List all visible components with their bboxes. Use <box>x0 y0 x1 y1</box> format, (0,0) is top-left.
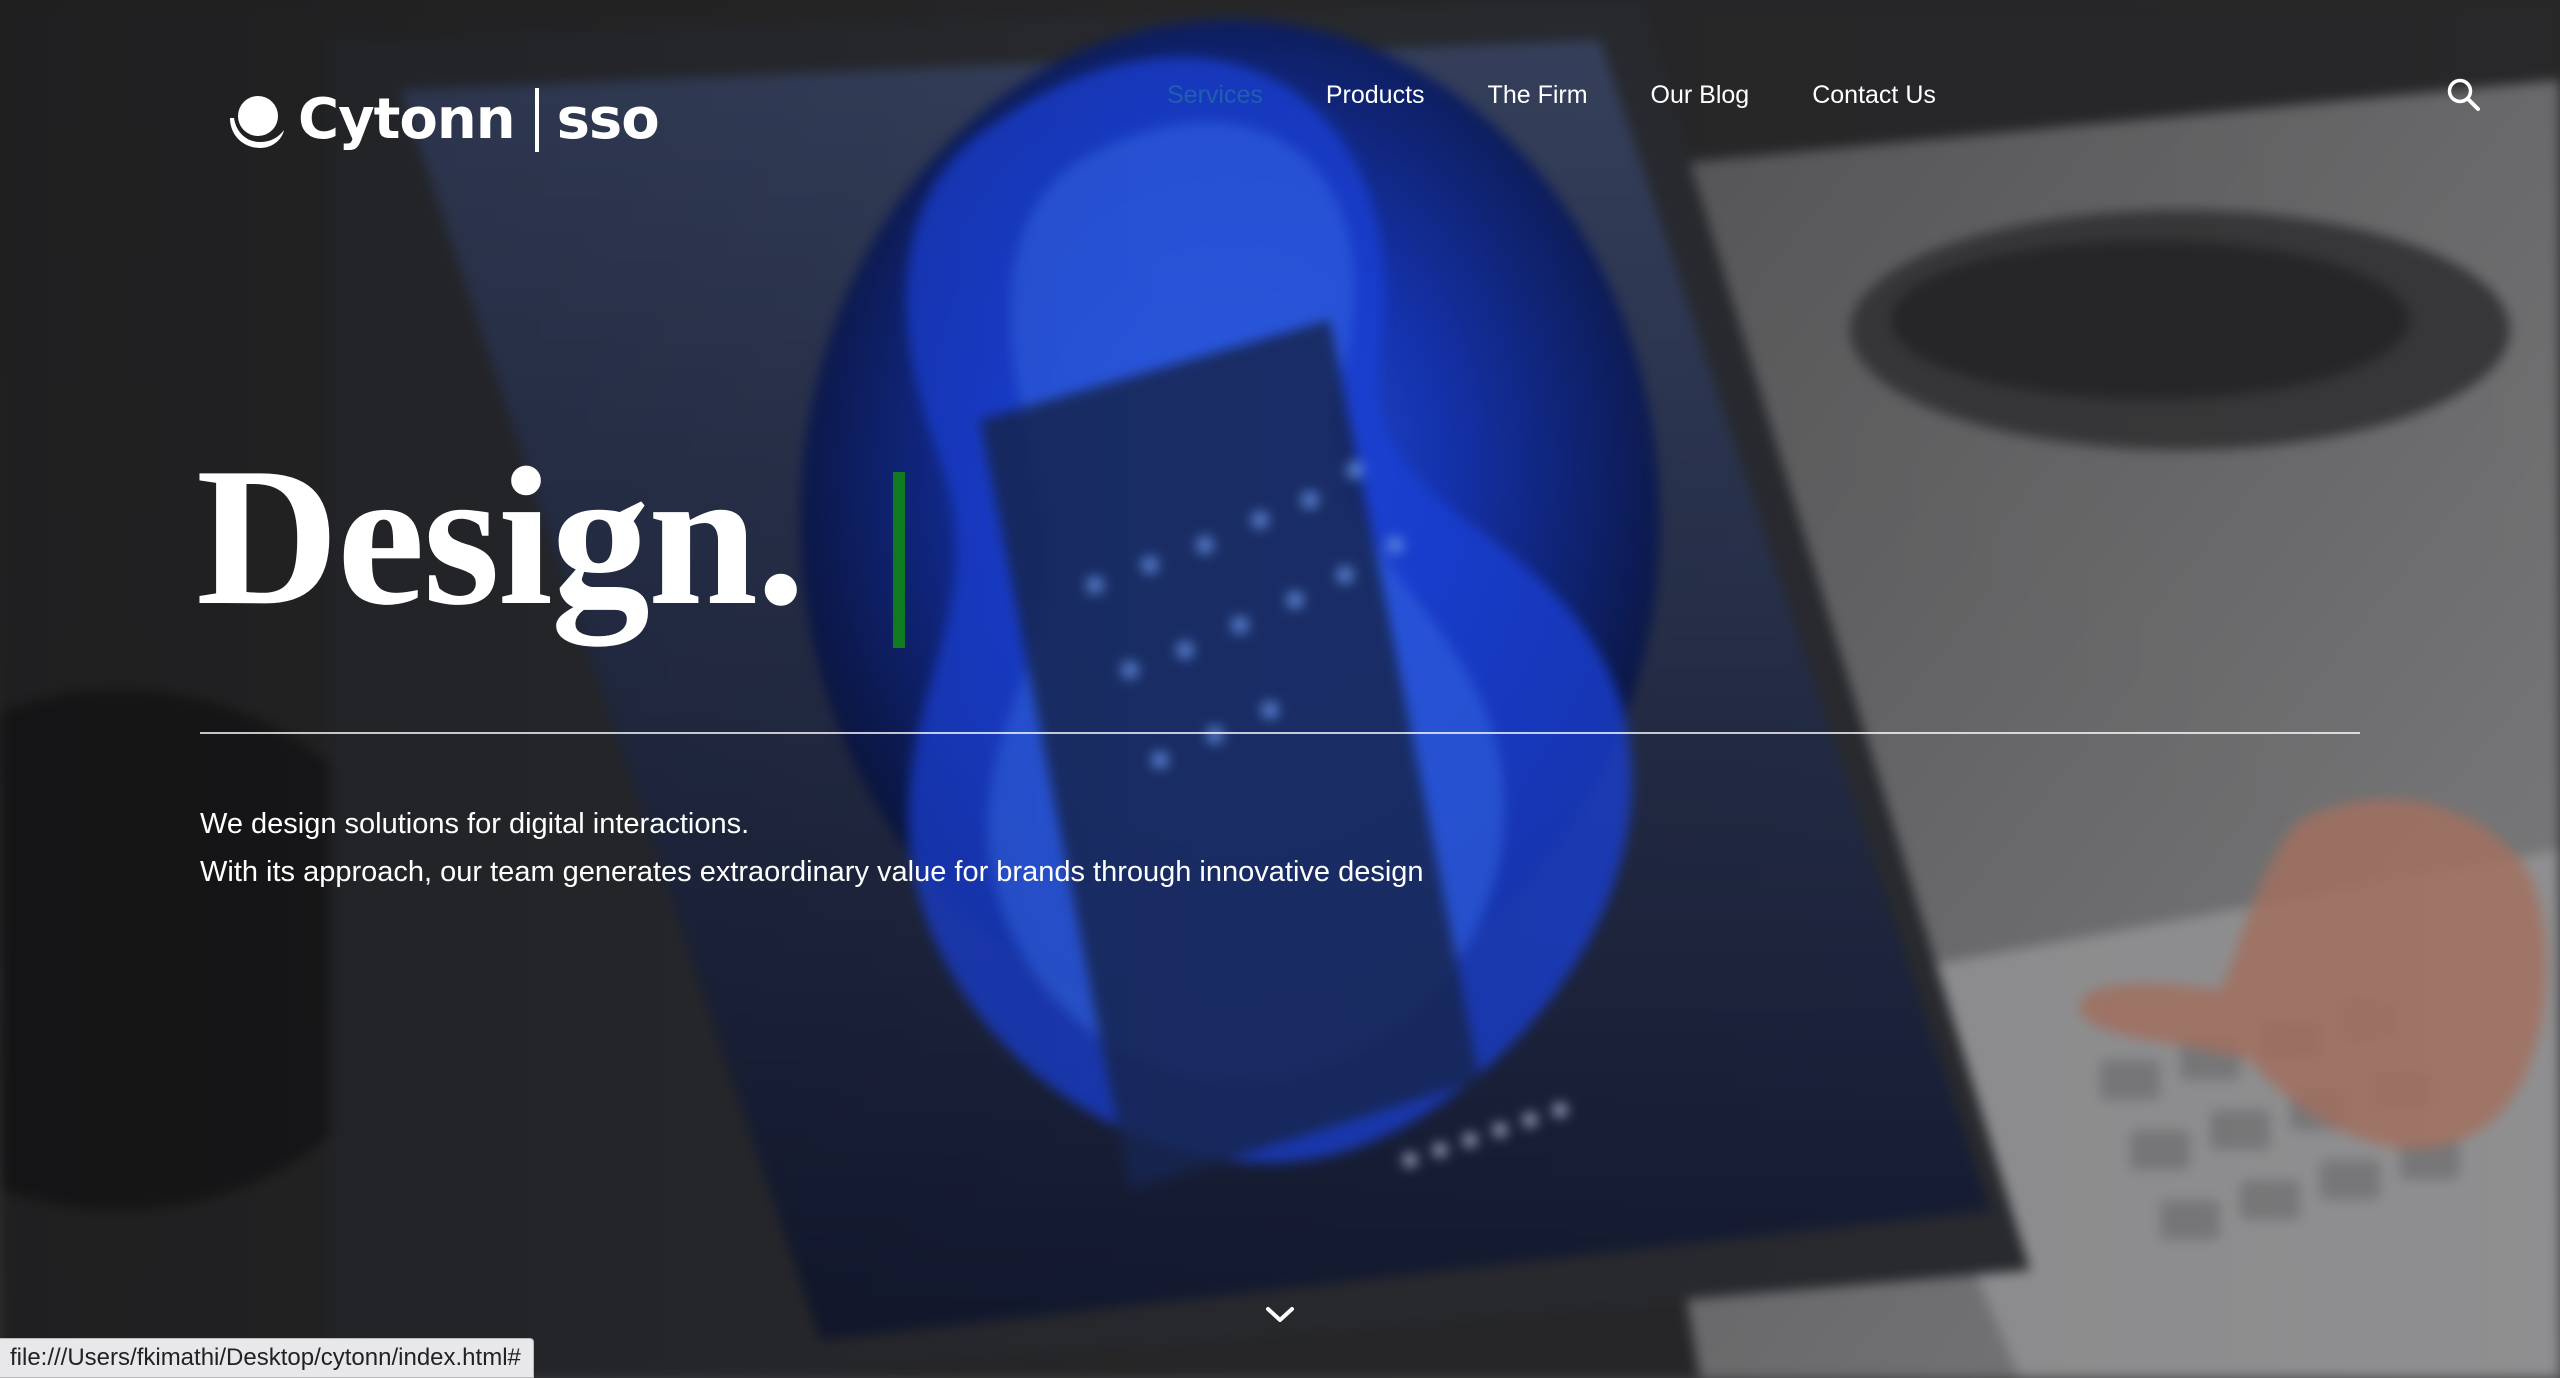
site-logo[interactable]: Cytonn sso <box>224 82 660 158</box>
hero-title: Design. <box>196 427 806 646</box>
hero-divider <box>200 732 2360 734</box>
page: Cytonn sso Services Products The Firm Ou… <box>0 0 2560 1378</box>
nav-item-services[interactable]: Services <box>1167 81 1263 110</box>
hero-description: We design solutions for digital interact… <box>200 800 1424 896</box>
hero-line-1: We design solutions for digital interact… <box>200 808 750 840</box>
status-bar-url: file:///Users/fkimathi/Desktop/cytonn/in… <box>0 1338 534 1378</box>
nav-item-the-firm[interactable]: The Firm <box>1488 81 1588 110</box>
nav-item-products[interactable]: Products <box>1326 81 1425 110</box>
main-nav: Services Products The Firm Our Blog Cont… <box>1167 80 1936 110</box>
site-header: Cytonn sso Services Products The Firm Ou… <box>0 0 2560 190</box>
nav-item-contact-us[interactable]: Contact Us <box>1812 81 1936 110</box>
chevron-down-icon[interactable] <box>1262 1300 1298 1328</box>
search-icon[interactable] <box>2445 76 2481 112</box>
logo-wordmark: Cytonn <box>298 87 516 152</box>
nav-item-our-blog[interactable]: Our Blog <box>1651 81 1750 110</box>
cytonn-logo-mark-icon <box>230 96 284 148</box>
hero-background-image <box>0 0 2560 1378</box>
logo-divider <box>534 88 539 152</box>
typing-caret <box>893 472 905 648</box>
logo-suffix: sso <box>556 87 660 152</box>
hero-line-2: With its approach, our team generates ex… <box>200 856 1424 888</box>
